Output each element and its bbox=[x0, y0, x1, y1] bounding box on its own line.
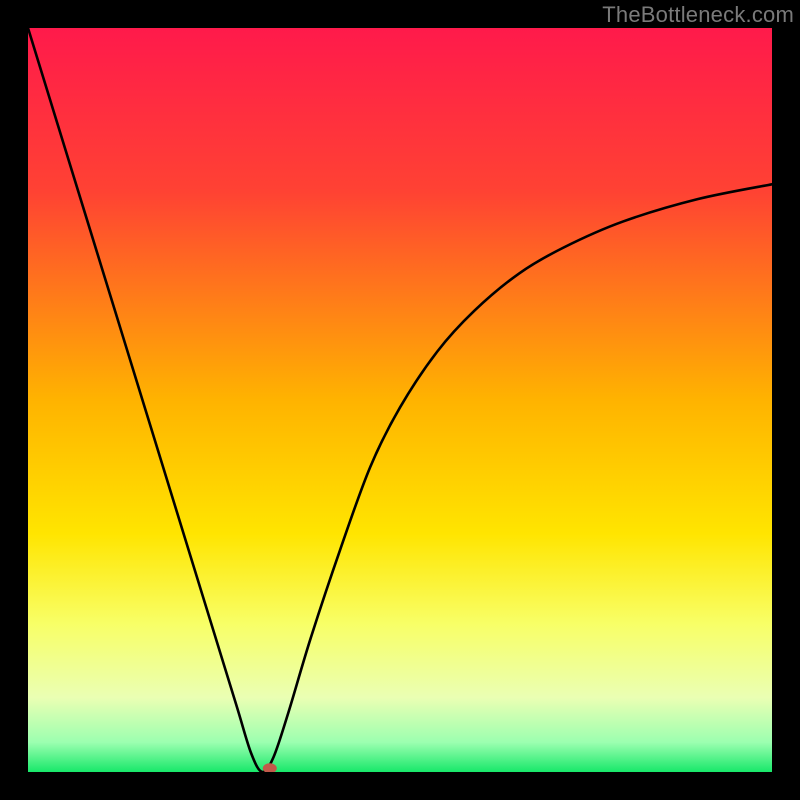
watermark-text: TheBottleneck.com bbox=[602, 2, 794, 28]
bottleneck-plot bbox=[28, 28, 772, 772]
chart-frame: TheBottleneck.com bbox=[0, 0, 800, 800]
plot-background bbox=[28, 28, 772, 772]
